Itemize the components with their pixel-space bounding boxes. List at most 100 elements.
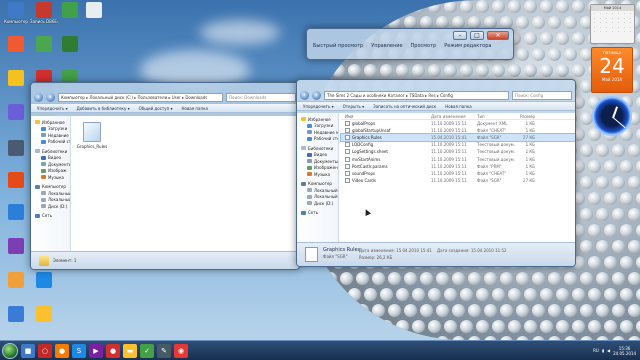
address-bar[interactable]: Компьютер ▸ Локальный диск (C:) ▸ Пользо… xyxy=(58,92,223,102)
file-type: Документ XML xyxy=(477,121,508,127)
title-bar[interactable] xyxy=(297,80,575,89)
taskbar-app-editor[interactable]: ✎ xyxy=(157,343,171,358)
network-icon[interactable]: ▮ xyxy=(602,348,604,353)
back-button[interactable]: ‹ xyxy=(34,92,43,102)
search-input[interactable]: Поиск: Config xyxy=(512,90,572,100)
editor-mode-button[interactable]: Режим редактора xyxy=(444,43,491,49)
col-date[interactable]: Дата изменения xyxy=(431,114,477,119)
nav-item-icon xyxy=(307,123,312,128)
nav-item-icon xyxy=(41,197,46,202)
background-window[interactable]: – □ ✕ Быстрый просмотр Управление Просмо… xyxy=(306,28,514,60)
nav-item[interactable]: Диск (D:) xyxy=(297,200,338,207)
nav-item[interactable]: Диск (D:) xyxy=(31,203,70,210)
taskbar-app-camera[interactable]: ◉ xyxy=(174,343,188,358)
taskbar-app-opera[interactable]: ○ xyxy=(38,343,52,358)
close-button[interactable]: ✕ xyxy=(487,30,509,40)
desktop-icon[interactable]: Компьютер xyxy=(2,2,30,24)
nav-item-icon xyxy=(307,172,312,177)
taskbar-app-media[interactable]: ▶ xyxy=(89,343,103,358)
desktop-icon[interactable] xyxy=(80,2,108,19)
desktop-icon[interactable] xyxy=(30,272,58,289)
desktop-icon[interactable] xyxy=(2,204,30,221)
desktop-icon[interactable] xyxy=(2,238,30,255)
language-indicator[interactable]: RU xyxy=(593,348,599,353)
quick-view-button[interactable]: Быстрый просмотр xyxy=(313,43,363,49)
title-bar[interactable] xyxy=(31,83,299,91)
item-count: Элемент: 1 xyxy=(53,258,77,263)
nav-item-icon xyxy=(41,162,46,167)
desktop-icon[interactable] xyxy=(2,70,30,87)
start-button[interactable] xyxy=(2,342,18,359)
col-name[interactable]: Имя xyxy=(345,114,431,119)
organize-button[interactable]: Упорядочить ▾ xyxy=(37,106,68,111)
file-row[interactable]: mvStartAnims 11.10.2009 15:11 Текстовый до… xyxy=(341,155,575,162)
nav-item[interactable]: Рабочий стол xyxy=(297,136,338,143)
address-bar[interactable]: The Sims 2 Сады и особняки Каталог ▸ TSD… xyxy=(324,90,509,100)
file-row[interactable]: Video Cards 11.10.2009 15:11 Файл "SGR" 27 … xyxy=(341,177,575,184)
file-date: 11.10.2009 15:11 xyxy=(431,170,467,176)
new-folder-button[interactable]: Новая папка xyxy=(445,104,472,109)
explorer-window-downloads[interactable]: ‹ › Компьютер ▸ Локальный диск (C:) ▸ По… xyxy=(30,82,300,270)
desktop-icon[interactable] xyxy=(2,272,30,289)
file-row[interactable]: LODConfig 11.10.2009 15:11 Текстовый докум… xyxy=(341,141,575,148)
nav-item[interactable]: Музыка xyxy=(31,174,70,181)
app-icon xyxy=(8,36,24,52)
details-size: Размер: 26,2 КБ xyxy=(359,255,393,260)
taskbar-app-explorer[interactable]: ■ xyxy=(21,343,35,358)
file-icon xyxy=(345,142,350,148)
nav-item[interactable]: Сеть xyxy=(31,213,70,220)
tray-clock[interactable]: 15:36 24.05.2014 xyxy=(613,346,636,356)
app-icon xyxy=(36,2,52,18)
file-row[interactable]: LogSettings.sheet 11.10.2009 15:11 Текстов… xyxy=(341,148,575,155)
nav-item[interactable]: Сеть xyxy=(297,210,338,217)
view-button[interactable]: Просмотр xyxy=(411,43,437,49)
maximize-button[interactable]: □ xyxy=(470,30,484,40)
file-row[interactable]: globalStartupUnsaf 11.10.2009 15:11 Файл "… xyxy=(341,127,575,134)
manage-button[interactable]: Управление xyxy=(371,43,402,49)
desktop-icon[interactable]: Запись DB6E47C xyxy=(30,2,58,24)
forward-button[interactable]: › xyxy=(312,90,321,100)
taskbar-app-folder[interactable]: ▬ xyxy=(123,343,137,358)
desktop-icon[interactable] xyxy=(2,172,30,189)
desktop-icon[interactable] xyxy=(30,306,58,323)
nav-item-label: Локальный xyxy=(48,190,71,196)
desktop-icon-label: Компьютер xyxy=(4,19,28,24)
desktop-icon[interactable] xyxy=(2,36,30,53)
desktop-icon[interactable] xyxy=(30,36,58,53)
file-row[interactable]: globalProps 11.10.2009 15:11 Документ XML 1… xyxy=(341,120,575,127)
taskbar-app-skype[interactable]: S xyxy=(72,343,86,358)
col-size[interactable]: Размер xyxy=(515,114,535,119)
taskbar-app-browser[interactable]: ● xyxy=(55,343,69,358)
volume-icon[interactable]: ◀ xyxy=(607,348,610,353)
file-row[interactable]: soundProps 11.10.2009 15:11 Файл "CHEAT" 1 … xyxy=(341,170,575,177)
organize-button[interactable]: Упорядочить ▾ xyxy=(303,104,334,109)
add-to-library-button[interactable]: Добавить в библиотеку ▾ xyxy=(77,106,130,111)
desktop-icon[interactable] xyxy=(56,36,84,53)
nav-item[interactable]: Рабочий стол xyxy=(31,139,70,146)
explorer-window-config[interactable]: ‹ › The Sims 2 Сады и особняки Каталог ▸… xyxy=(296,79,576,267)
minute-hand xyxy=(612,117,626,129)
file-date: 15.04.2010 15:41 xyxy=(431,135,467,141)
taskbar-app-utility[interactable]: ✓ xyxy=(140,343,154,358)
file-type: Файл "SGR" xyxy=(477,177,502,183)
file-row[interactable]: PortCastlr.params 11.10.2009 15:11 Файл "P… xyxy=(341,163,575,170)
back-button[interactable]: ‹ xyxy=(300,90,309,100)
search-input[interactable]: Поиск: Downloads xyxy=(226,92,296,102)
file-row[interactable]: Graphics Rules 15.04.2010 15:41 Файл "SGR"… xyxy=(340,133,575,143)
nav-item[interactable]: Музыка xyxy=(297,171,338,178)
file-item[interactable]: Graphics_Rules xyxy=(75,122,109,149)
file-date: 11.10.2009 15:11 xyxy=(431,142,467,148)
forward-button[interactable]: › xyxy=(46,92,55,102)
file-icon xyxy=(305,247,318,262)
minimize-button[interactable]: – xyxy=(453,30,467,40)
new-folder-button[interactable]: Новая папка xyxy=(181,106,208,111)
desktop-icon[interactable] xyxy=(2,140,30,157)
open-button[interactable]: Открыть ▾ xyxy=(343,104,365,109)
burn-button[interactable]: Записать на оптический диск xyxy=(373,104,436,109)
desktop-icon[interactable] xyxy=(2,306,30,323)
taskbar-app-recorder[interactable]: ● xyxy=(106,343,120,358)
share-button[interactable]: Общий доступ ▾ xyxy=(139,106,173,111)
desktop-icon[interactable] xyxy=(2,104,30,121)
col-type[interactable]: Тип xyxy=(477,114,515,119)
file-size: 1 КБ xyxy=(525,149,535,155)
